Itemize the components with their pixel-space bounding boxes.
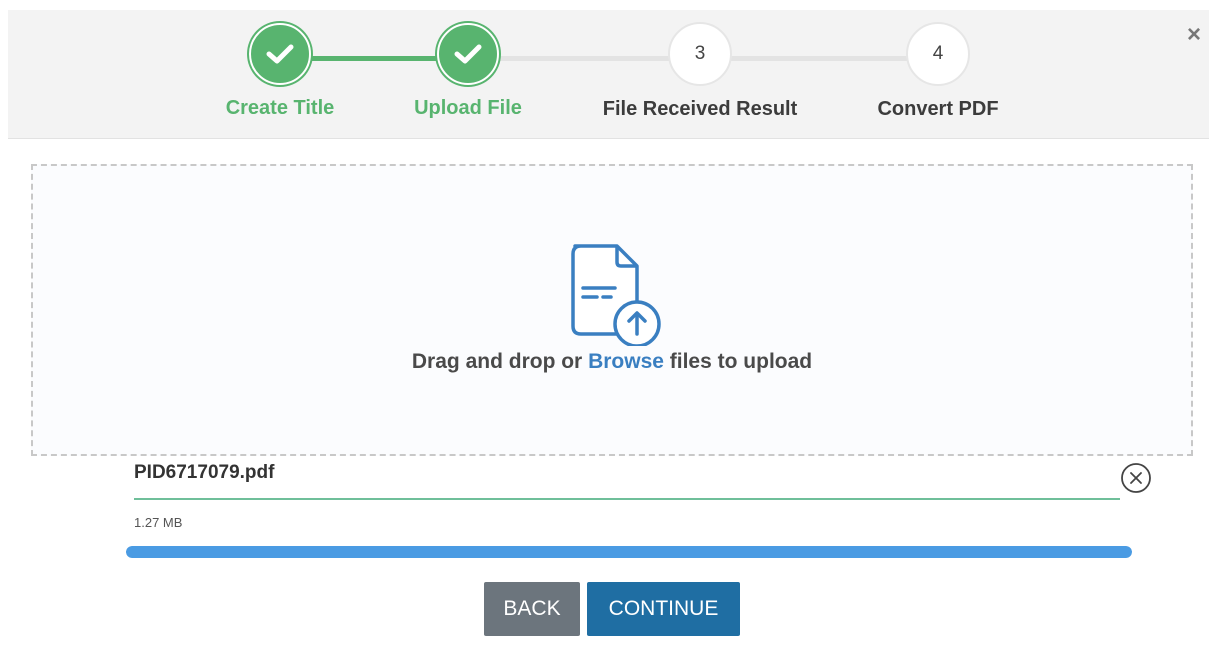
step-2-label: Upload File — [414, 97, 522, 119]
browse-link[interactable]: Browse — [588, 350, 664, 373]
step-2-circle — [437, 23, 499, 85]
dropzone-instructions: Drag and drop or Browse files to upload — [33, 350, 1191, 374]
file-dropzone[interactable]: Drag and drop or Browse files to upload — [31, 164, 1193, 456]
step-4-label: Convert PDF — [877, 98, 999, 120]
back-button[interactable]: BACK — [484, 582, 580, 636]
step-4-circle: 4 — [906, 22, 970, 86]
step-create-title[interactable]: Create Title — [170, 22, 390, 120]
dropzone-text-before: Drag and drop or — [411, 350, 589, 373]
step-3-circle: 3 — [668, 22, 732, 86]
close-icon[interactable]: × — [1181, 22, 1207, 48]
checkmark-icon — [454, 44, 482, 64]
circle-x-icon[interactable] — [1120, 462, 1152, 494]
checkmark-icon — [266, 44, 294, 64]
step-1-circle — [249, 23, 311, 85]
dropzone-text-after: files to upload — [663, 350, 813, 373]
continue-button[interactable]: CONTINUE — [587, 582, 740, 636]
file-upload-icon — [571, 244, 661, 346]
step-1-label: Create Title — [225, 97, 335, 119]
uploaded-file-size: 1.27 MB — [134, 515, 183, 530]
step-3-label: File Received Result — [602, 98, 798, 120]
upload-progress-fill — [126, 546, 1132, 558]
step-upload-file[interactable]: Upload File — [358, 22, 578, 120]
file-name-underline — [134, 498, 1120, 500]
wizard-stepper: Create Title Upload File 3 File Received… — [8, 10, 1209, 139]
step-file-received-result[interactable]: 3 File Received Result — [590, 22, 810, 121]
upload-progress-bar — [126, 546, 1132, 558]
uploaded-file-name: PID6717079.pdf — [134, 462, 275, 483]
step-convert-pdf[interactable]: 4 Convert PDF — [828, 22, 1048, 121]
upload-wizard: Create Title Upload File 3 File Received… — [0, 0, 1209, 657]
